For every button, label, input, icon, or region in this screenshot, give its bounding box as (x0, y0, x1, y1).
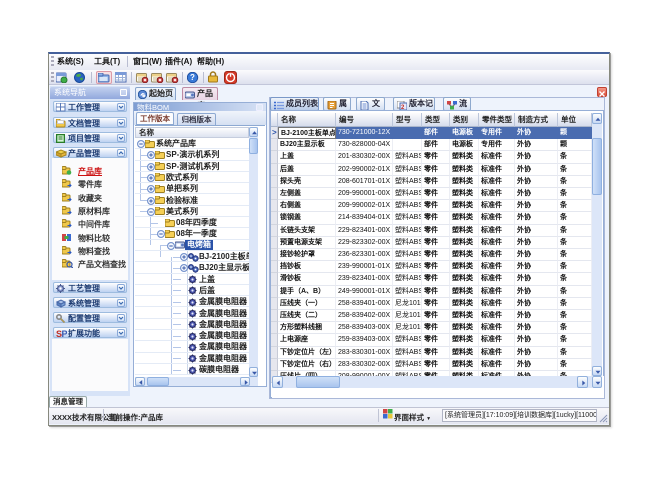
svg-text:?: ? (190, 73, 195, 82)
svg-text:P: P (62, 329, 68, 338)
